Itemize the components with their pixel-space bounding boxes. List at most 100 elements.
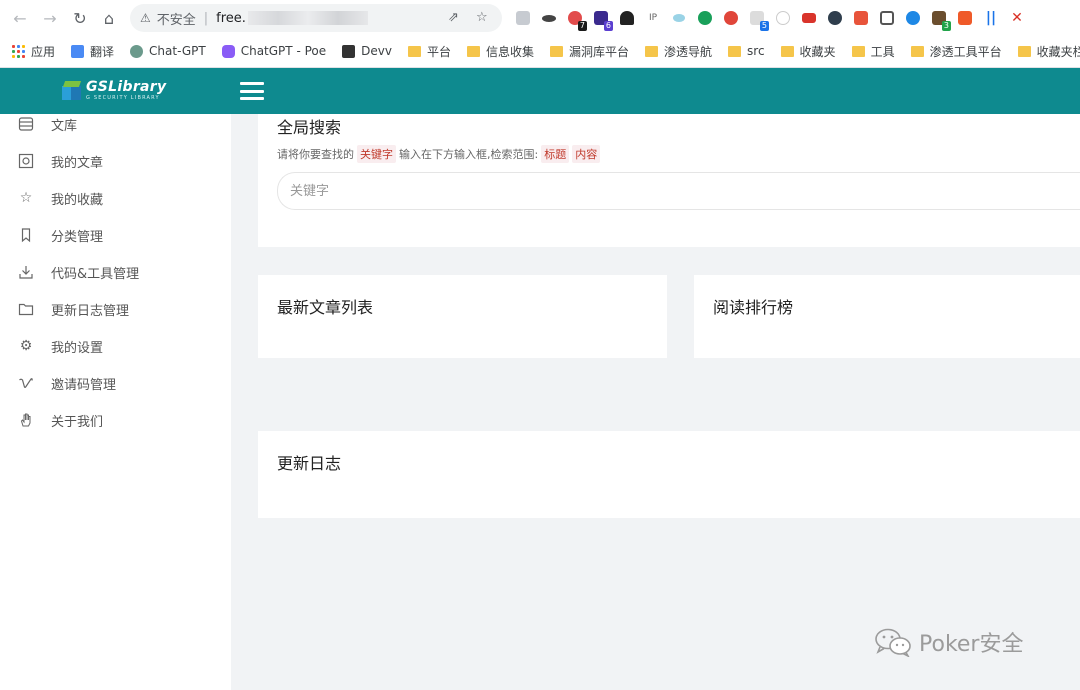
redacted-url-blur [247,11,368,25]
extension-copy-icon[interactable] [874,6,900,30]
extension-disabled-icon[interactable] [770,6,796,30]
apps-grid-icon [12,44,25,58]
search-scope-content-tag: 内容 [572,145,601,163]
bookmark-label: 工具 [870,44,895,59]
sidebar-item-label: 我的设置 [51,340,104,356]
extension-cube-icon[interactable]: 6 [588,6,614,31]
sidebar-item-about-us[interactable]: 关于我们 [0,405,231,435]
database-icon [18,116,34,132]
extension-close-icon[interactable]: ✕ [1004,6,1030,30]
extension-red-cube-icon[interactable] [848,6,874,30]
sidebar-item-label: 我的收藏 [51,192,104,208]
sidebar-item-code-tools[interactable]: 代码&工具管理 [0,257,231,287]
app-header: GSLibrary G SECURITY LIBRARY [0,68,1080,114]
share-icon[interactable]: ⇗ [448,10,459,25]
global-search-panel: 全局搜索 请将你要查找的 关键字 输入在下方输入框,检索范围: 标题 内容 [258,114,1080,247]
folder-icon [549,45,563,57]
extension-mask-icon[interactable] [900,6,926,30]
bookmark-label: 信息收集 [485,44,534,59]
logo[interactable]: GSLibrary G SECURITY LIBRARY [62,80,166,101]
sidebar-item-library[interactable]: 文库 [0,109,231,139]
folder-icon [780,45,794,57]
changelog-title: 更新日志 [277,454,342,473]
translate-icon [71,44,85,58]
extension-gear-green-icon[interactable] [692,6,718,30]
sidebar-item-invite-codes[interactable]: 邀请码管理 [0,368,231,398]
logo-subtitle: G SECURITY LIBRARY [86,95,160,101]
bookmark-folder-platform[interactable]: 平台 [407,43,451,60]
extension-badge: 3 [941,21,951,31]
latest-articles-title: 最新文章列表 [277,298,374,317]
search-hint-prefix: 请将你要查找的 [277,148,354,161]
bookmark-folder-info[interactable]: 信息收集 [466,43,534,60]
sidebar-item-label: 关于我们 [51,414,104,430]
sidebar-item-category-management[interactable]: 分类管理 [0,220,231,250]
bookmark-label: 渗透导航 [664,44,713,59]
bookmark-chatgpt-poe[interactable]: ChatGPT - Poe [221,44,326,58]
cube-icon [342,44,356,58]
sidebar-item-label: 分类管理 [51,229,104,245]
extension-badge: 7 [577,21,587,31]
warning-icon: ⚠ [140,11,151,25]
reload-icon[interactable]: ↻ [65,3,95,33]
back-arrow-icon[interactable]: ← [5,3,35,33]
bookmark-folder-src[interactable]: src [728,44,765,58]
folder-icon [466,45,480,57]
extension-badge: 5 [759,21,769,31]
extension-e-icon[interactable] [822,6,848,30]
extension-pause-icon[interactable]: || [978,6,1004,30]
bookmark-folder-pentest-nav[interactable]: 渗透导航 [645,43,712,60]
sidebar-item-my-articles[interactable]: 我的文章 [0,146,231,176]
security-label: 不安全 [156,12,196,28]
folder-icon [851,45,865,57]
extension-plane-icon[interactable] [510,6,536,30]
sidebar-item-label: 文库 [51,118,78,134]
forward-arrow-icon[interactable]: → [35,3,65,33]
browser-toolbar: ← → ↻ ⌂ ⚠ 不安全 | free. ⇗ ☆ 7 6 IP 5 3 || … [0,0,1080,36]
sidebar-item-my-favorites[interactable]: ☆ 我的收藏 [0,183,231,213]
bookmark-label: src [747,44,765,58]
logo-title: GSLibrary [86,79,167,95]
bookmark-label: 漏洞库平台 [568,44,629,59]
extension-ip-icon[interactable]: IP [640,6,666,30]
bookmark-folder-vuln[interactable]: 漏洞库平台 [549,43,629,60]
search-input[interactable] [277,172,1080,210]
extension-box-icon[interactable]: 3 [926,6,952,31]
search-hint-middle: 输入在下方输入框,检索范围: [399,148,539,161]
bookmark-folder-tools[interactable]: 工具 [851,43,895,60]
reading-rank-panel: 阅读排行榜 [694,275,1080,358]
extension-key-icon[interactable]: 7 [562,6,588,31]
folder-icon [645,45,658,57]
gear-icon: ⚙ [19,338,33,354]
sidebar-item-label: 代码&工具管理 [51,266,140,282]
star-icon: ☆ [19,190,33,206]
extension-panda-icon[interactable]: 5 [744,6,770,31]
bookmark-label: 收藏夹 [799,44,836,59]
search-hint-keyword-tag: 关键字 [357,145,396,163]
bookmark-apps[interactable]: 应用 [12,43,55,60]
search-hint: 请将你要查找的 关键字 输入在下方输入框,检索范围: 标题 内容 [277,145,603,163]
extension-eye-icon[interactable] [666,6,692,30]
address-bar[interactable]: ⚠ 不安全 | free. ⇗ ☆ [130,4,502,32]
bookmark-devv[interactable]: Devv [342,44,392,58]
extension-hat-icon[interactable] [536,6,562,30]
bookmark-star-icon[interactable]: ☆ [476,10,488,25]
sidebar-item-label: 更新日志管理 [51,303,130,319]
extension-translate-icon[interactable] [952,6,978,30]
bookmark-label: 平台 [426,44,451,59]
sidebar-item-my-settings[interactable]: ⚙ 我的设置 [0,331,231,361]
sidebar-item-changelog-management[interactable]: 更新日志管理 [0,294,231,324]
bookmark-folder-pentest-tools[interactable]: 渗透工具平台 [910,43,1002,60]
photo-frame-icon [18,153,34,169]
bookmark-folder-favorites-bar[interactable]: 收藏夹栏 [1017,43,1080,60]
extension-tomato-icon[interactable] [718,6,744,30]
home-icon[interactable]: ⌂ [94,3,124,33]
extension-flag-icon[interactable] [796,6,822,30]
extension-hacker-icon[interactable] [614,6,640,30]
bookmark-translate[interactable]: 翻译 [71,43,114,60]
bookmark-label: Chat-GPT [149,44,206,58]
reading-rank-title: 阅读排行榜 [713,298,794,317]
bookmark-folder-favorites[interactable]: 收藏夹 [780,43,836,60]
menu-toggle-icon[interactable] [240,82,264,100]
bookmark-chat-gpt[interactable]: Chat-GPT [130,44,206,58]
